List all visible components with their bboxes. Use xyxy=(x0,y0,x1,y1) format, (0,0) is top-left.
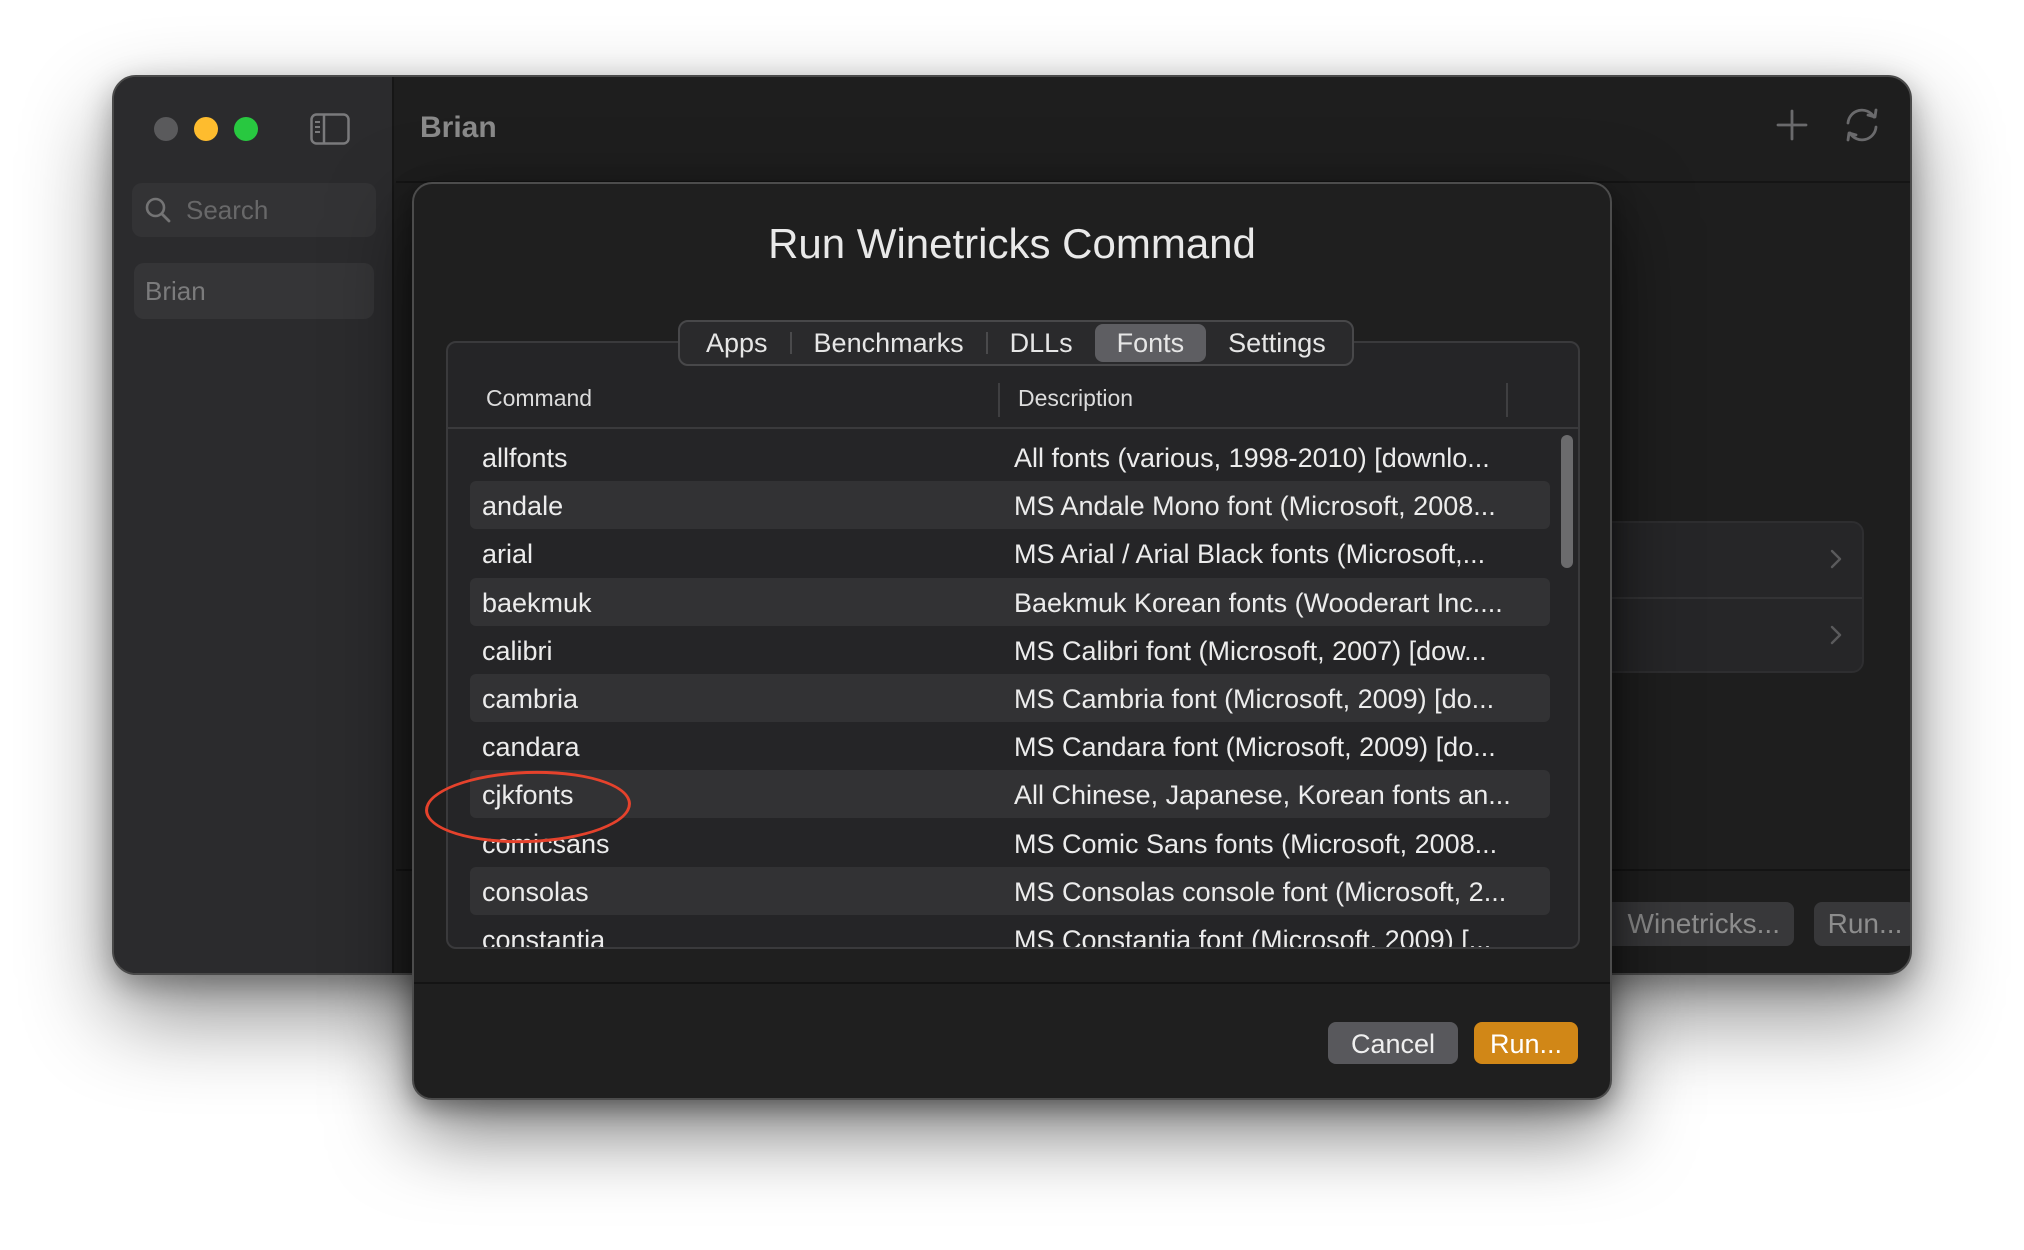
column-separator[interactable] xyxy=(1506,383,1508,417)
command-cell: consolas xyxy=(482,876,589,907)
minimize-window-button[interactable] xyxy=(194,117,218,141)
tab-dlls[interactable]: DLLs xyxy=(988,324,1095,362)
command-cell: constantia xyxy=(482,925,606,949)
refresh-icon[interactable] xyxy=(1840,103,1884,147)
description-cell: MS Candara font (Microsoft, 2009) [do... xyxy=(1014,732,1496,763)
scrollbar-thumb[interactable] xyxy=(1561,435,1573,568)
command-cell: arial xyxy=(482,539,534,570)
table-row[interactable]: candara MS Candara font (Microsoft, 2009)… xyxy=(470,722,1550,770)
table-row[interactable]: calibri MS Calibri font (Microsoft, 2007)… xyxy=(470,626,1550,674)
command-cell: calibri xyxy=(482,635,553,666)
sidebar-item-brian[interactable]: Brian xyxy=(134,263,374,319)
command-cell: comicsans xyxy=(482,828,610,859)
sidebar: Brian xyxy=(114,77,394,973)
description-cell: All Chinese, Japanese, Korean fonts an..… xyxy=(1014,780,1511,811)
command-cell: cambria xyxy=(482,684,579,714)
cancel-button[interactable]: Cancel xyxy=(1328,1022,1458,1064)
command-cell: candara xyxy=(482,732,580,763)
dialog-title: Run Winetricks Command xyxy=(768,220,1256,267)
description-cell: MS Andale Mono font (Microsoft, 2008... xyxy=(1014,491,1496,522)
chevron-right-icon xyxy=(1826,545,1846,573)
search-field[interactable] xyxy=(132,183,376,237)
description-cell: Baekmuk Korean fonts (Wooderart Inc.... xyxy=(1014,587,1503,618)
close-window-button[interactable] xyxy=(154,117,178,141)
tab-benchmarks[interactable]: Benchmarks xyxy=(792,324,986,362)
table-header: Command Description xyxy=(448,371,1578,429)
sidebar-item-label: Brian xyxy=(145,276,206,306)
command-cell: cjkfonts xyxy=(482,780,574,811)
table-row[interactable]: baekmuk Baekmuk Korean fonts (Wooderart I… xyxy=(470,577,1550,626)
command-cell: andale xyxy=(482,491,564,522)
table-row[interactable]: cjkfonts All Chinese, Japanese, Korean fo… xyxy=(470,770,1550,819)
winetricks-dialog: Run Winetricks Command Apps Benchmarks D… xyxy=(412,182,1612,1100)
column-header-command[interactable]: Command xyxy=(486,385,592,412)
scrollbar[interactable] xyxy=(1557,433,1578,947)
run-button[interactable]: Run... xyxy=(1474,1022,1578,1064)
search-icon xyxy=(144,196,172,224)
description-cell: MS Comic Sans fonts (Microsoft, 2008... xyxy=(1014,828,1498,859)
tab-fonts[interactable]: Fonts xyxy=(1094,324,1207,362)
background-run-button[interactable]: Run... xyxy=(1814,902,1910,946)
zoom-window-button[interactable] xyxy=(234,117,258,141)
command-cell: allfonts xyxy=(482,443,568,473)
description-cell: MS Calibri font (Microsoft, 2007) [dow..… xyxy=(1014,635,1487,666)
window-title: Brian xyxy=(420,111,497,144)
category-tabs: Apps Benchmarks DLLs Fonts Settings xyxy=(678,320,1354,366)
plus-icon[interactable] xyxy=(1772,105,1812,145)
description-cell: All fonts (various, 1998-2010) [downlo..… xyxy=(1014,443,1490,473)
table-row[interactable]: comicsans MS Comic Sans fonts (Microsoft,… xyxy=(470,819,1550,867)
description-cell: MS Arial / Arial Black fonts (Microsoft,… xyxy=(1014,539,1486,570)
chevron-right-icon xyxy=(1826,621,1846,649)
winetricks-button[interactable]: Winetricks... xyxy=(1594,902,1794,946)
sidebar-toggle-icon[interactable] xyxy=(310,113,350,145)
table-row[interactable]: constantia MS Constantia font (Microsoft,… xyxy=(470,915,1550,949)
table-row[interactable]: arial MS Arial / Arial Black fonts (Micro… xyxy=(470,529,1550,577)
column-header-description[interactable]: Description xyxy=(1018,385,1133,412)
table-row[interactable]: andale MS Andale Mono font (Microsoft, 20… xyxy=(470,481,1550,530)
search-input[interactable] xyxy=(184,191,364,229)
column-separator[interactable] xyxy=(998,383,1000,417)
description-cell: MS Consolas console font (Microsoft, 2..… xyxy=(1014,876,1507,907)
command-table: Command Description allfonts All fonts (v… xyxy=(446,341,1580,949)
table-row[interactable]: allfonts All fonts (various, 1998-2010) [… xyxy=(470,433,1550,481)
table-row[interactable]: cambria MS Cambria font (Microsoft, 2009)… xyxy=(470,674,1550,722)
description-cell: MS Constantia font (Microsoft, 2009) [..… xyxy=(1014,925,1492,949)
command-cell: baekmuk xyxy=(482,587,592,618)
description-cell: MS Cambria font (Microsoft, 2009) [do... xyxy=(1014,684,1495,714)
table-row[interactable]: consolas MS Consolas console font (Micros… xyxy=(470,866,1550,915)
table-body: allfonts All fonts (various, 1998-2010) [… xyxy=(470,433,1550,949)
tab-apps[interactable]: Apps xyxy=(684,324,790,362)
dialog-divider xyxy=(414,982,1610,984)
tab-settings[interactable]: Settings xyxy=(1206,324,1348,362)
